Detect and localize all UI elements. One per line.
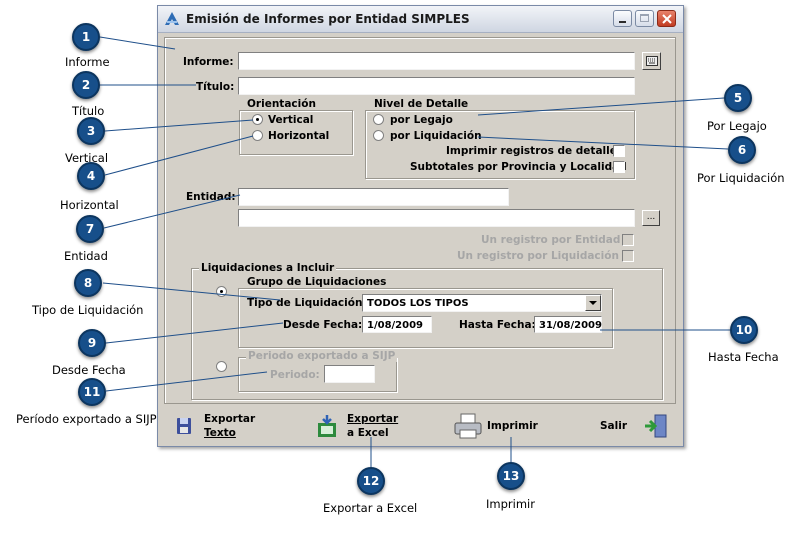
desde-fecha-label: Desde Fecha: — [283, 319, 363, 331]
exit-door-icon — [645, 414, 667, 438]
hasta-fecha-label: Hasta Fecha: — [459, 319, 536, 331]
exportar-texto-line1: Exportar — [204, 413, 256, 425]
callout-badge-13: 13 — [497, 462, 525, 490]
maximize-button[interactable] — [635, 10, 654, 27]
tipo-liquidacion-label: Tipo de Liquidación: — [247, 297, 367, 309]
imprimir-button[interactable]: Imprimir — [454, 411, 539, 441]
grupo-liquidaciones-radio[interactable] — [216, 286, 227, 297]
tipo-liquidacion-select[interactable]: TODOS LOS TIPOS — [362, 294, 602, 312]
callout-badge-11: 11 — [78, 378, 106, 406]
titulo-label: Título: — [196, 81, 235, 93]
callout-caption-6: Por Liquidación — [697, 171, 785, 185]
floppy-disk-icon — [177, 418, 191, 434]
close-button[interactable] — [657, 10, 676, 27]
callout-badge-5: 5 — [724, 84, 752, 112]
salir-label: Salir — [600, 420, 628, 432]
callout-caption-10: Hasta Fecha — [708, 350, 779, 364]
keyboard-icon — [646, 56, 658, 66]
excel-export-icon — [318, 415, 336, 437]
informe-label: Informe: — [183, 56, 234, 68]
informe-lookup-button[interactable] — [642, 52, 661, 70]
title-bar[interactable]: Emisión de Informes por Entidad SIMPLES — [158, 6, 683, 33]
chevron-down-icon — [589, 301, 597, 305]
callout-badge-1: 1 — [72, 23, 100, 51]
maximize-icon — [640, 14, 649, 22]
exportar-excel-line2: a Excel — [347, 427, 389, 439]
horizontal-radio[interactable] — [252, 130, 263, 141]
entidad-name-input[interactable] — [238, 209, 635, 227]
imprimir-registros-label: Imprimir registros de detalle — [446, 145, 617, 157]
informe-input[interactable] — [238, 52, 635, 70]
callout-badge-3: 3 — [77, 117, 105, 145]
report-window: Emisión de Informes por Entidad SIMPLES … — [157, 5, 684, 447]
periodo-sijp-title: Periodo exportado a SIJP — [246, 350, 398, 362]
un-registro-liquidacion-label: Un registro por Liquidación — [457, 250, 619, 262]
subtotales-label: Subtotales por Provincia y Localidad — [410, 161, 627, 173]
tipo-liquidacion-value: TODOS LOS TIPOS — [367, 298, 469, 309]
periodo-input[interactable] — [324, 365, 375, 383]
callout-badge-6: 6 — [728, 136, 756, 164]
nivel-detalle-title: Nivel de Detalle — [372, 98, 471, 110]
close-icon — [662, 14, 672, 24]
callout-caption-7: Entidad — [64, 249, 108, 263]
callout-caption-4: Horizontal — [60, 198, 119, 212]
callout-badge-12: 12 — [357, 467, 385, 495]
callout-caption-8: Tipo de Liquidación — [32, 303, 144, 317]
minimize-icon — [619, 21, 626, 23]
exportar-texto-button[interactable]: Exportar Texto — [176, 411, 256, 441]
entidad-label: Entidad: — [186, 191, 236, 203]
imprimir-registros-checkbox[interactable] — [613, 145, 625, 157]
horizontal-label: Horizontal — [268, 130, 330, 142]
exportar-excel-button[interactable]: Exportar a Excel — [315, 411, 399, 441]
subtotales-checkbox[interactable] — [613, 161, 625, 173]
callout-caption-2: Título — [72, 104, 105, 118]
por-liquidacion-radio[interactable] — [373, 130, 384, 141]
window-title: Emisión de Informes por Entidad SIMPLES — [186, 12, 470, 26]
callout-caption-1: Informe — [65, 55, 110, 69]
callout-badge-4: 4 — [77, 162, 105, 190]
app-logo-icon — [165, 12, 179, 25]
callout-badge-8: 8 — [74, 269, 102, 297]
callout-caption-3: Vertical — [65, 151, 109, 165]
un-registro-entidad-label: Un registro por Entidad — [481, 234, 621, 246]
vertical-radio[interactable] — [252, 114, 263, 125]
exportar-excel-line1: Exportar — [347, 413, 399, 425]
salir-button[interactable]: Salir — [596, 411, 672, 441]
callout-badge-2: 2 — [72, 71, 100, 99]
grupo-liquidaciones-title: Grupo de Liquidaciones — [245, 276, 389, 288]
minimize-button[interactable] — [613, 10, 632, 27]
por-legajo-label: por Legajo — [390, 114, 453, 126]
por-legajo-radio[interactable] — [373, 114, 384, 125]
entidad-browse-button[interactable]: ... — [642, 210, 660, 226]
callout-badge-10: 10 — [730, 316, 758, 344]
callout-caption-12: Exportar a Excel — [323, 501, 418, 515]
titulo-input[interactable] — [238, 77, 635, 95]
orientacion-title: Orientación — [245, 98, 318, 110]
callout-badge-9: 9 — [78, 329, 106, 357]
callout-caption-13: Imprimir — [486, 497, 535, 511]
imprimir-label: Imprimir — [487, 420, 538, 432]
exportar-texto-line2: Texto — [204, 427, 236, 439]
callout-badge-7: 7 — [76, 215, 104, 243]
por-liquidacion-label: por Liquidación — [390, 130, 482, 142]
desde-fecha-input[interactable]: 1/08/2009 — [362, 316, 432, 333]
callout-caption-9: Desde Fecha — [52, 363, 126, 377]
periodo-sijp-radio[interactable] — [216, 361, 227, 372]
un-registro-entidad-checkbox[interactable] — [622, 234, 634, 246]
callout-caption-11: Período exportado a SIJP — [16, 412, 157, 426]
callout-caption-5: Por Legajo — [707, 119, 767, 133]
tipo-liquidacion-dropdown-button[interactable] — [585, 295, 601, 311]
liquidaciones-title: Liquidaciones a Incluir — [199, 262, 337, 274]
printer-icon — [454, 413, 482, 439]
un-registro-liquidacion-checkbox[interactable] — [622, 250, 634, 262]
periodo-label: Periodo: — [270, 369, 320, 381]
hasta-fecha-input[interactable]: 31/08/2009 — [534, 316, 602, 333]
entidad-code-input[interactable] — [238, 188, 509, 206]
vertical-label: Vertical — [268, 114, 314, 126]
